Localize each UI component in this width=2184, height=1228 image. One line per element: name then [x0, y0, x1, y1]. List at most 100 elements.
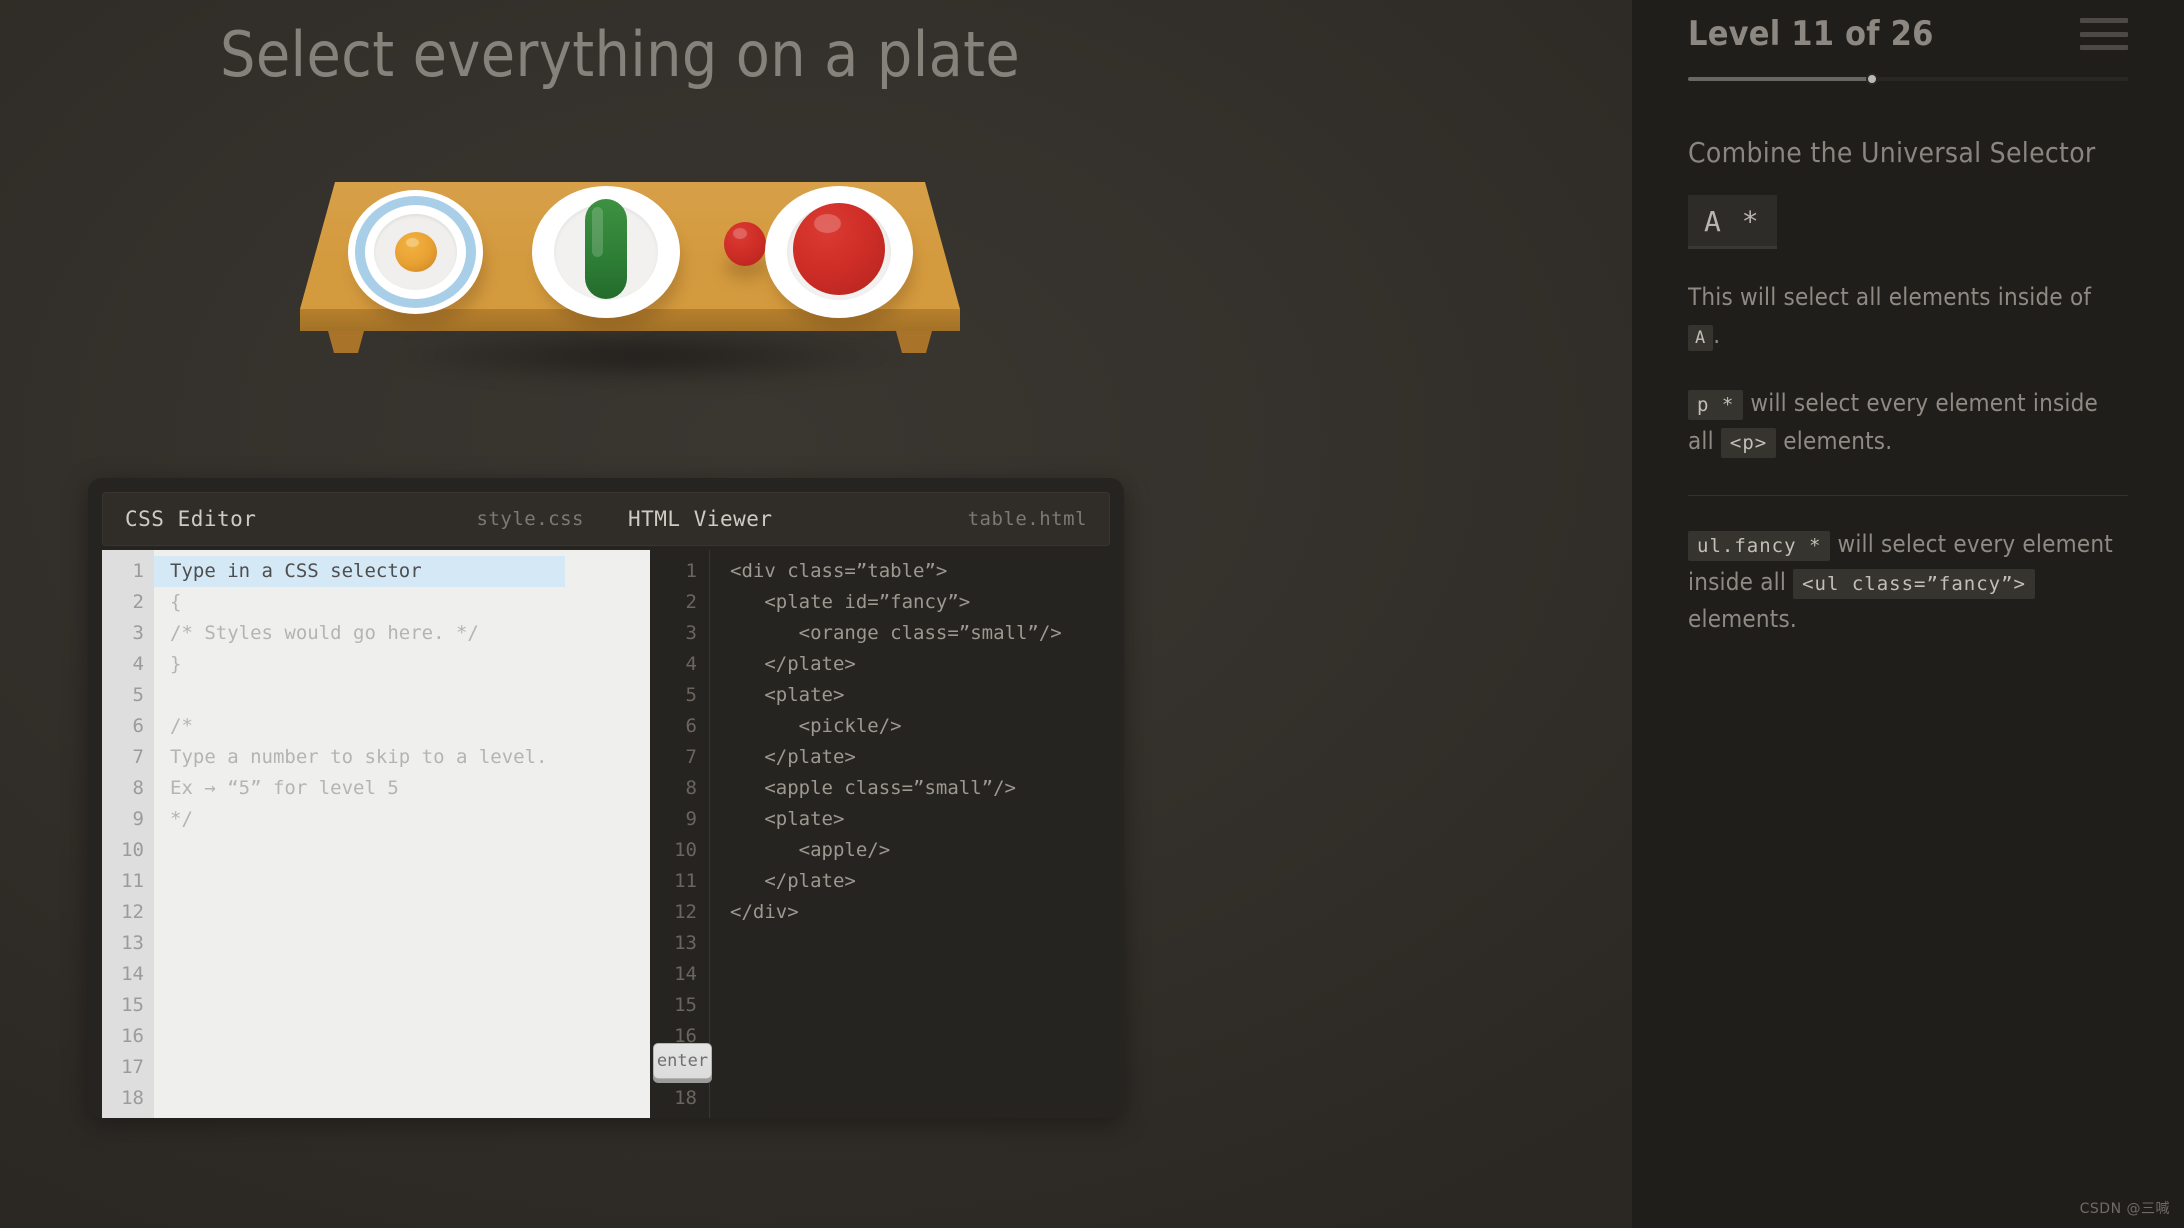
line-number: 17 [121, 1056, 144, 1078]
line-number: 18 [121, 1087, 144, 1109]
paragraph1-chip: A [1688, 324, 1714, 351]
level-indicator: Level 11 of 26 [1688, 14, 1934, 54]
hamburger-bar-3 [2080, 45, 2128, 50]
plate-2[interactable] [532, 186, 680, 318]
html-panel-header: HTML Viewer table.html [606, 493, 1109, 545]
code-line: */ [170, 808, 193, 830]
orange-small[interactable] [395, 232, 437, 272]
code-line: <div class=”table”> [730, 560, 948, 582]
css-panel-filename: style.css [476, 508, 584, 530]
code-line: <pickle/> [730, 715, 902, 737]
table-leg-right [896, 331, 932, 353]
css-code-area[interactable]: Type in a CSS selector {/* Styles would g… [154, 550, 650, 1118]
example1-selector-chip: p * [1688, 389, 1744, 420]
code-line: { [170, 591, 182, 613]
paragraph1-pre: This will select all elements inside of [1688, 283, 2092, 311]
line-number: 11 [121, 870, 144, 892]
code-line: <apple/> [730, 839, 891, 861]
code-line: } [170, 653, 182, 675]
plate-3[interactable] [765, 186, 913, 318]
code-line: <orange class=”small”/> [730, 622, 1062, 644]
apple[interactable] [793, 203, 885, 295]
lesson-paragraph-1: This will select all elements inside of … [1688, 279, 2128, 355]
watermark: CSDN @三喊 [2079, 1201, 2170, 1217]
page-title: Select everything on a plate [220, 18, 1021, 91]
apple-small[interactable] [724, 222, 766, 266]
selector-example-chip: A * [1688, 195, 1777, 249]
example2-tag-chip: <ul class=”fancy”> [1793, 568, 2035, 599]
code-line: </plate> [730, 870, 856, 892]
line-number: 14 [674, 963, 697, 985]
editor-window: CSS Editor style.css HTML Viewer table.h… [88, 478, 1124, 1118]
line-number: 11 [674, 870, 697, 892]
line-number: 4 [132, 653, 144, 675]
html-panel-filename: table.html [967, 508, 1087, 530]
level-progress-bar[interactable] [1688, 73, 2128, 85]
line-number: 2 [132, 591, 144, 613]
example2-selector-chip: ul.fancy * [1688, 530, 1831, 561]
code-line: </plate> [730, 653, 856, 675]
hamburger-icon[interactable] [2080, 18, 2128, 50]
orange-highlight [406, 238, 419, 247]
line-number: 19 [650, 1114, 697, 1118]
paragraph1-post: . [1713, 320, 1721, 349]
line-number: 10 [121, 839, 144, 861]
code-line: <plate> [730, 808, 845, 830]
line-number: 5 [132, 684, 144, 706]
line-number: 8 [685, 777, 697, 799]
line-number: 4 [685, 653, 697, 675]
level-row: Level 11 of 26 [1688, 0, 2128, 54]
apple-highlight [814, 214, 841, 233]
enter-button[interactable]: enter [653, 1043, 712, 1079]
code-line: </plate> [730, 746, 856, 768]
html-viewer-pane: 1234567891011121314151617181920 <div cla… [650, 550, 1110, 1118]
line-number: 15 [121, 994, 144, 1016]
app-root: Select everything on a plate CSS Editor … [0, 0, 2184, 1228]
css-selector-input[interactable]: Type in a CSS selector [154, 556, 650, 587]
plate-fancy[interactable] [348, 190, 483, 314]
line-number: 3 [685, 622, 697, 644]
line-number: 7 [132, 746, 144, 768]
line-number: 14 [121, 963, 144, 985]
editor-panes: 1234567891011121314151617181920 Type in … [102, 550, 1110, 1118]
line-number: 12 [121, 901, 144, 923]
code-line: Type a number to skip to a level. [170, 746, 548, 768]
css-panel-title: CSS Editor [125, 507, 257, 531]
code-line: Ex → “5” for level 5 [170, 777, 399, 799]
line-number: 19 [102, 1114, 144, 1118]
line-number: 1 [685, 560, 697, 582]
sidebar: Level 11 of 26 Combine the Universal Sel… [1632, 0, 2184, 1228]
line-number: 13 [121, 932, 144, 954]
sidebar-divider [1688, 494, 2128, 496]
example1-post: elements. [1783, 426, 1893, 455]
code-line: <plate id=”fancy”> [730, 591, 971, 613]
code-line: /* [170, 715, 193, 737]
pickle-highlight [592, 207, 603, 257]
line-number: 9 [685, 808, 697, 830]
line-number: 8 [132, 777, 144, 799]
pickle[interactable] [585, 199, 627, 299]
line-number: 6 [685, 715, 697, 737]
lesson-example-1: p * will select every element inside all… [1688, 385, 2128, 461]
line-number: 7 [685, 746, 697, 768]
code-line: </div> [730, 901, 799, 923]
lesson-example-2: ul.fancy * will select every element ins… [1688, 526, 2128, 640]
progress-marker [1865, 73, 1878, 85]
hamburger-bar-1 [2080, 18, 2128, 23]
css-editor-pane[interactable]: 1234567891011121314151617181920 Type in … [102, 550, 650, 1118]
table-leg-left [328, 331, 364, 353]
hamburger-bar-2 [2080, 31, 2128, 37]
css-selector-input-text[interactable]: Type in a CSS selector [154, 556, 565, 587]
